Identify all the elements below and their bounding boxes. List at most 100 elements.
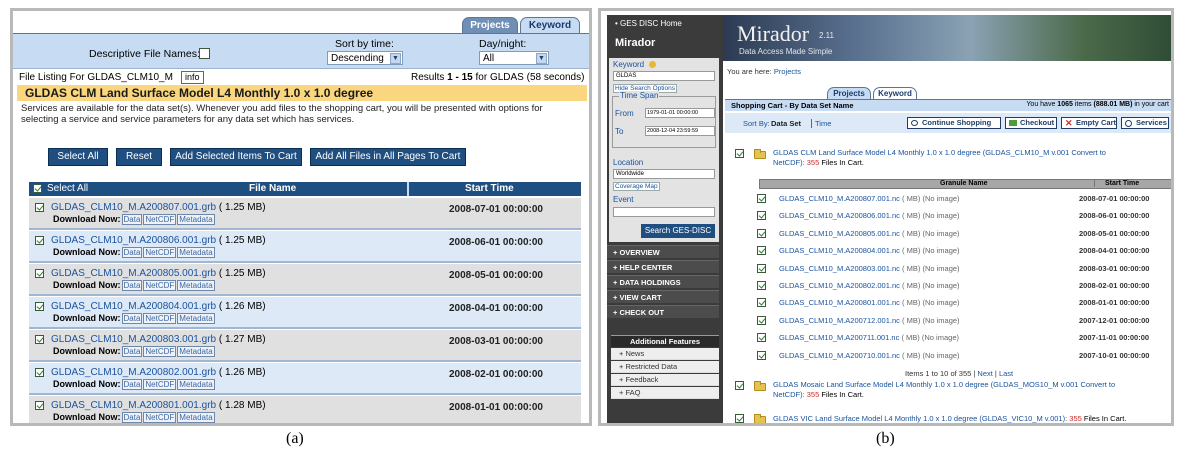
coverage-map-link[interactable]: Coverage Map bbox=[613, 182, 660, 191]
pager-next-link[interactable]: Next bbox=[977, 369, 992, 378]
download-netcdf-button[interactable]: NetCDF bbox=[143, 247, 177, 258]
download-netcdf-button[interactable]: NetCDF bbox=[143, 313, 177, 324]
add-selected-button[interactable]: Add Selected Items To Cart bbox=[170, 148, 302, 166]
feature-link[interactable]: + Feedback bbox=[611, 374, 719, 386]
download-netcdf-button[interactable]: NetCDF bbox=[143, 280, 177, 291]
daynight-select[interactable]: All ▼ bbox=[479, 51, 549, 65]
sidebar-app-name: Mirador bbox=[615, 37, 656, 49]
granule-name-link[interactable]: GLDAS_CLM10_M.A200712.001.nc ( MB) (No i… bbox=[779, 316, 960, 325]
granule-time-header: Start Time bbox=[1094, 180, 1139, 187]
granule-checkbox[interactable] bbox=[757, 281, 766, 290]
to-input[interactable]: 2008-12-04 23:59:59 bbox=[645, 126, 715, 136]
granule-name-link[interactable]: GLDAS_CLM10_M.A200801.001.nc ( MB) (No i… bbox=[779, 298, 960, 307]
from-input[interactable]: 1979-01-01 00:00:00 bbox=[645, 108, 715, 118]
granule-name-link[interactable]: GLDAS_CLM10_M.A200803.001.nc ( MB) (No i… bbox=[779, 264, 960, 273]
granule-checkbox[interactable] bbox=[757, 211, 766, 221]
descriptive-file-names-checkbox[interactable] bbox=[199, 48, 210, 59]
dataset2-name[interactable]: GLDAS Mosaic Land Surface Model L4 Month… bbox=[773, 380, 1163, 400]
select-all-button[interactable]: Select All bbox=[48, 148, 108, 166]
dataset2-checkbox[interactable] bbox=[735, 381, 744, 390]
download-netcdf-button[interactable]: NetCDF bbox=[143, 379, 177, 390]
dataset3-name[interactable]: GLDAS VIC Land Surface Model L4 Monthly … bbox=[773, 414, 1171, 423]
file-name-link[interactable]: GLDAS_CLM10_M.A200802.001.grb ( 1.26 MB) bbox=[51, 367, 266, 378]
sort-time-link[interactable]: Time bbox=[811, 119, 831, 128]
download-metadata-button[interactable]: Metadata bbox=[177, 412, 215, 423]
download-data-button[interactable]: Data bbox=[121, 247, 143, 258]
sort-data-set[interactable]: Data Set bbox=[771, 119, 801, 128]
granule-name-link[interactable]: GLDAS_CLM10_M.A200806.001.nc ( MB) (No i… bbox=[779, 211, 960, 220]
granule-name-link[interactable]: GLDAS_CLM10_M.A200711.001.nc ( MB) (No i… bbox=[779, 333, 959, 342]
download-data-button[interactable]: Data bbox=[121, 280, 143, 291]
granule-name-link[interactable]: GLDAS_CLM10_M.A200807.001.nc ( MB) (No i… bbox=[779, 194, 960, 203]
cart-tab-keyword[interactable]: Keyword bbox=[873, 87, 917, 99]
file-name-link[interactable]: GLDAS_CLM10_M.A200801.001.grb ( 1.28 MB) bbox=[51, 400, 266, 411]
continue-shopping-button[interactable]: Continue Shopping bbox=[907, 117, 1001, 129]
sort-select[interactable]: Descending ▼ bbox=[327, 51, 403, 65]
download-netcdf-button[interactable]: NetCDF bbox=[143, 214, 177, 225]
breadcrumb-projects-link[interactable]: Projects bbox=[774, 67, 801, 76]
download-metadata-button[interactable]: Metadata bbox=[177, 214, 215, 225]
granule-checkbox[interactable] bbox=[757, 194, 766, 203]
cart-tab-projects[interactable]: Projects bbox=[827, 87, 871, 99]
checkout-button[interactable]: Checkout bbox=[1005, 117, 1057, 129]
location-input[interactable]: Worldwide bbox=[613, 169, 715, 179]
row-checkbox[interactable] bbox=[35, 335, 44, 344]
services-button[interactable]: Services bbox=[1121, 117, 1169, 129]
row-checkbox[interactable] bbox=[35, 401, 44, 410]
descriptive-file-names-label: Descriptive File Names: bbox=[89, 48, 200, 60]
row-checkbox[interactable] bbox=[35, 269, 44, 278]
add-all-button[interactable]: Add All Files in All Pages To Cart bbox=[310, 148, 466, 166]
dataset1-checkbox[interactable] bbox=[735, 149, 744, 158]
granule-checkbox[interactable] bbox=[757, 246, 766, 256]
row-checkbox[interactable] bbox=[35, 302, 44, 311]
dataset3-count-suffix: Files In Cart. bbox=[1083, 414, 1127, 423]
download-data-button[interactable]: Data bbox=[121, 412, 143, 423]
tab-projects[interactable]: Projects bbox=[462, 17, 518, 33]
tab-keyword[interactable]: Keyword bbox=[520, 17, 580, 34]
file-name-link[interactable]: GLDAS_CLM10_M.A200803.001.grb ( 1.27 MB) bbox=[51, 334, 266, 345]
granule-name-link[interactable]: GLDAS_CLM10_M.A200804.001.nc ( MB) (No i… bbox=[779, 246, 960, 255]
dataset3-checkbox[interactable] bbox=[735, 414, 744, 423]
granule-checkbox[interactable] bbox=[757, 228, 766, 238]
download-data-button[interactable]: Data bbox=[121, 379, 143, 390]
dataset1-name[interactable]: GLDAS CLM Land Surface Model L4 Monthly … bbox=[773, 148, 1163, 168]
download-data-button[interactable]: Data bbox=[121, 214, 143, 225]
granule-checkbox[interactable] bbox=[757, 263, 766, 273]
download-data-button[interactable]: Data bbox=[121, 313, 143, 324]
granule-checkbox[interactable] bbox=[757, 350, 766, 360]
reset-button[interactable]: Reset bbox=[116, 148, 162, 166]
help-icon[interactable] bbox=[649, 61, 656, 68]
keyword-input[interactable]: GLDAS bbox=[613, 71, 715, 81]
table-row: GLDAS_CLM10_M.A200802.001.grb ( 1.26 MB)… bbox=[29, 363, 581, 395]
download-data-button[interactable]: Data bbox=[121, 346, 143, 357]
start-time: 2008-02-01 00:00:00 bbox=[449, 369, 543, 380]
granule-checkbox[interactable] bbox=[757, 333, 766, 343]
row-checkbox[interactable] bbox=[35, 203, 44, 212]
download-metadata-button[interactable]: Metadata bbox=[177, 379, 215, 390]
feature-link[interactable]: + FAQ bbox=[611, 387, 719, 399]
file-name-link[interactable]: GLDAS_CLM10_M.A200804.001.grb ( 1.26 MB) bbox=[51, 301, 266, 312]
granule-checkbox[interactable] bbox=[757, 315, 766, 325]
file-name-link[interactable]: GLDAS_CLM10_M.A200806.001.grb ( 1.25 MB) bbox=[51, 235, 266, 246]
download-netcdf-button[interactable]: NetCDF bbox=[143, 412, 177, 423]
row-checkbox[interactable] bbox=[35, 368, 44, 377]
granule-name-link[interactable]: GLDAS_CLM10_M.A200805.001.nc ( MB) (No i… bbox=[779, 229, 960, 238]
download-metadata-button[interactable]: Metadata bbox=[177, 346, 215, 357]
file-name-link[interactable]: GLDAS_CLM10_M.A200805.001.grb ( 1.25 MB) bbox=[51, 268, 266, 279]
select-all-checkbox[interactable] bbox=[33, 184, 42, 193]
download-netcdf-button[interactable]: NetCDF bbox=[143, 346, 177, 357]
granule-name-link[interactable]: GLDAS_CLM10_M.A200710.001.nc ( MB) (No i… bbox=[779, 351, 960, 360]
download-now: Download Now: Data NetCDF Metadata bbox=[53, 346, 215, 357]
empty-cart-button[interactable]: ✕ Empty Cart bbox=[1061, 117, 1117, 129]
row-checkbox[interactable] bbox=[35, 236, 44, 245]
panel-a: Projects Keyword Descriptive File Names:… bbox=[10, 8, 592, 426]
download-metadata-button[interactable]: Metadata bbox=[177, 313, 215, 324]
granule-checkbox[interactable] bbox=[757, 298, 766, 308]
granule-name-link[interactable]: GLDAS_CLM10_M.A200802.001.nc ( MB) (No i… bbox=[779, 281, 960, 290]
download-metadata-button[interactable]: Metadata bbox=[177, 247, 215, 258]
ges-disc-home-link[interactable]: • GES DISC Home bbox=[615, 19, 682, 28]
file-name-link[interactable]: GLDAS_CLM10_M.A200807.001.grb ( 1.25 MB) bbox=[51, 202, 266, 213]
download-metadata-button[interactable]: Metadata bbox=[177, 280, 215, 291]
info-button[interactable]: info bbox=[181, 71, 204, 84]
pager-last-link[interactable]: Last bbox=[999, 369, 1013, 378]
